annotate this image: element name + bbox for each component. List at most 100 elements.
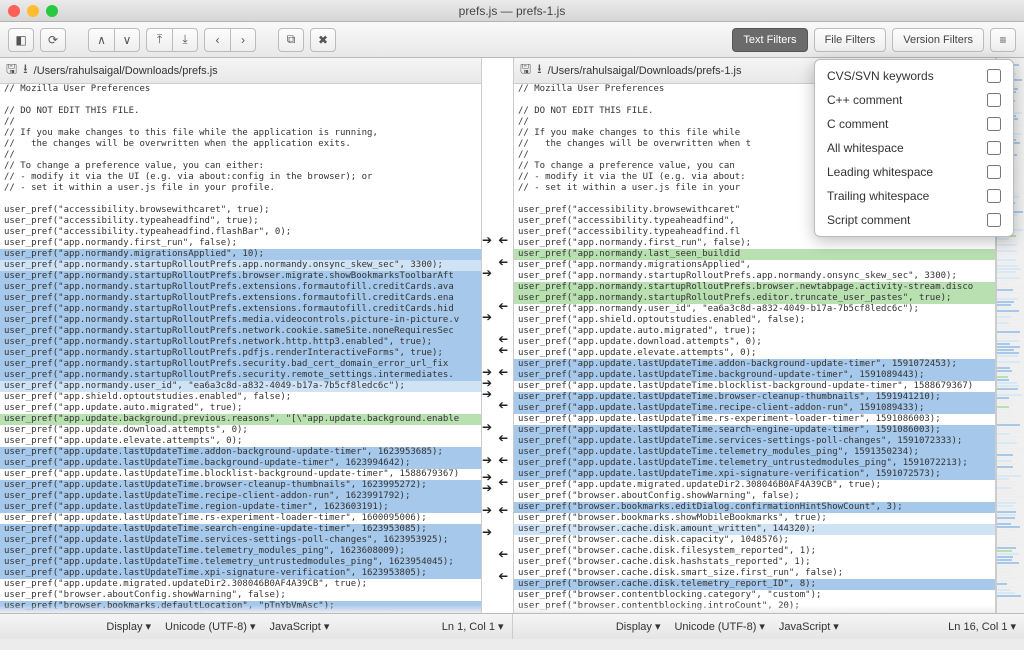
code-line[interactable]: user_pref("app.update.lastUpdateTime.tel… [514, 458, 995, 469]
filter-option[interactable]: All whitespace [815, 136, 1013, 160]
code-line[interactable]: // DO NOT EDIT THIS FILE. [0, 106, 481, 117]
code-line[interactable]: user_pref("app.update.download.attempts"… [0, 425, 481, 436]
code-line[interactable]: // If you make changes to this file whil… [0, 128, 481, 139]
next-diff-button[interactable]: ∨ [114, 28, 140, 52]
code-line[interactable]: user_pref("app.normandy.startupRolloutPr… [0, 260, 481, 271]
filter-option[interactable]: CVS/SVN keywords [815, 64, 1013, 88]
code-line[interactable]: user_pref("app.update.lastUpdateTime.tel… [514, 447, 995, 458]
filter-option[interactable]: Leading whitespace [815, 160, 1013, 184]
code-line[interactable]: user_pref("app.update.lastUpdateTime.rec… [514, 403, 995, 414]
version-filters-button[interactable]: Version Filters [892, 28, 984, 52]
filter-option[interactable]: C comment [815, 112, 1013, 136]
code-line[interactable]: user_pref("browser.cache.disk.hashstats_… [514, 557, 995, 568]
code-line[interactable]: user_pref("app.normandy.last_seen_buildi… [514, 249, 995, 260]
filter-checkbox[interactable] [987, 117, 1001, 131]
code-line[interactable]: user_pref("app.normandy.user_id", "ea6a3… [514, 304, 995, 315]
code-line[interactable]: user_pref("app.normandy.migrationsApplie… [514, 260, 995, 271]
code-line[interactable]: user_pref("app.update.lastUpdateTime.bac… [0, 458, 481, 469]
code-line[interactable]: user_pref("app.normandy.startupRolloutPr… [0, 304, 481, 315]
code-line[interactable]: user_pref("app.normandy.startupRolloutPr… [0, 348, 481, 359]
open-icon[interactable]: ⭳ [23, 60, 28, 82]
code-line[interactable]: user_pref("app.normandy.startupRolloutPr… [514, 271, 995, 282]
code-line[interactable]: user_pref("app.update.lastUpdateTime.sea… [514, 425, 995, 436]
code-line[interactable]: user_pref("app.update.lastUpdateTime.ser… [0, 535, 481, 546]
code-line[interactable]: user_pref("app.normandy.user_id", "ea6a3… [0, 381, 481, 392]
filter-option[interactable]: Script comment [815, 208, 1013, 232]
filter-checkbox[interactable] [987, 213, 1001, 227]
right-syntax-select[interactable]: JavaScript ▾ [779, 620, 839, 633]
filter-checkbox[interactable] [987, 93, 1001, 107]
code-line[interactable]: user_pref("browser.bookmarks.editDialog.… [514, 502, 995, 513]
code-line[interactable]: user_pref("browser.cache.disk.capacity",… [514, 535, 995, 546]
filter-checkbox[interactable] [987, 165, 1001, 179]
code-line[interactable]: user_pref("app.update.lastUpdateTime.ser… [514, 436, 995, 447]
code-line[interactable]: user_pref("app.update.background.previou… [0, 414, 481, 425]
code-line[interactable]: user_pref("app.update.migrated.updateDir… [0, 579, 481, 590]
code-line[interactable]: user_pref("app.normandy.startupRolloutPr… [0, 370, 481, 381]
code-line[interactable]: user_pref("app.update.lastUpdateTime.rs-… [0, 513, 481, 524]
code-line[interactable]: user_pref("app.update.lastUpdateTime.blo… [0, 469, 481, 480]
code-line[interactable]: user_pref("app.update.elevate.attempts",… [514, 348, 995, 359]
code-line[interactable]: // [0, 117, 481, 128]
cancel-button[interactable]: ✖ [310, 28, 336, 52]
right-encoding-select[interactable]: Unicode (UTF-8) ▾ [674, 620, 764, 633]
code-line[interactable]: user_pref("app.update.lastUpdateTime.sea… [0, 524, 481, 535]
code-line[interactable]: user_pref("browser.cache.disk.telemetry_… [514, 579, 995, 590]
code-line[interactable]: // - modify it via the UI (e.g. via abou… [0, 172, 481, 183]
right-cursor-pos[interactable]: Ln 16, Col 1 ▾ [948, 620, 1016, 633]
code-line[interactable]: user_pref("browser.cache.disk.filesystem… [514, 546, 995, 557]
code-line[interactable]: user_pref("app.update.download.attempts"… [514, 337, 995, 348]
code-line[interactable]: user_pref("accessibility.typeaheadfind.f… [0, 227, 481, 238]
code-line[interactable]: user_pref("app.shield.optoutstudies.enab… [0, 392, 481, 403]
open-icon[interactable]: ⭳ [537, 60, 542, 82]
left-syntax-select[interactable]: JavaScript ▾ [269, 620, 329, 633]
code-line[interactable]: user_pref("app.update.lastUpdateTime.bro… [514, 392, 995, 403]
code-line[interactable]: user_pref("accessibility.typeaheadfind",… [0, 216, 481, 227]
prev-diff-button[interactable]: ∧ [88, 28, 114, 52]
code-line[interactable]: user_pref("app.update.lastUpdateTime.rs-… [514, 414, 995, 425]
code-line[interactable]: user_pref("app.update.lastUpdateTime.blo… [514, 381, 995, 392]
code-line[interactable]: user_pref("app.update.auto.migrated", tr… [514, 326, 995, 337]
code-line[interactable]: user_pref("app.update.lastUpdateTime.bro… [0, 480, 481, 491]
code-line[interactable]: user_pref("app.update.lastUpdateTime.add… [514, 359, 995, 370]
right-display-select[interactable]: Display ▾ [616, 620, 661, 633]
code-line[interactable]: // Mozilla User Preferences [0, 84, 481, 95]
code-line[interactable]: user_pref("app.normandy.startupRolloutPr… [0, 293, 481, 304]
code-line[interactable]: user_pref("app.normandy.startupRolloutPr… [0, 326, 481, 337]
prev-file-button[interactable]: ⤒ [146, 28, 172, 52]
code-line[interactable]: user_pref("app.update.migrated.updateDir… [514, 480, 995, 491]
code-line[interactable]: user_pref("app.normandy.migrationsApplie… [0, 249, 481, 260]
code-line[interactable]: user_pref("browser.aboutConfig.showWarni… [514, 491, 995, 502]
code-line[interactable]: user_pref("app.update.lastUpdateTime.add… [0, 447, 481, 458]
code-line[interactable]: user_pref("app.normandy.startupRolloutPr… [0, 271, 481, 282]
back-button[interactable]: ‹ [204, 28, 230, 52]
code-line[interactable]: user_pref("app.update.lastUpdateTime.tel… [0, 546, 481, 557]
code-line[interactable]: user_pref("accessibility.browsewithcaret… [0, 205, 481, 216]
filter-option[interactable]: Trailing whitespace [815, 184, 1013, 208]
code-line[interactable]: user_pref("browser.aboutConfig.showWarni… [0, 590, 481, 601]
code-line[interactable]: user_pref("app.normandy.first_run", fals… [514, 238, 995, 249]
left-code[interactable]: // Mozilla User Preferences // DO NOT EDI… [0, 84, 481, 613]
code-line[interactable]: // the changes will be overwritten when … [0, 139, 481, 150]
code-line[interactable]: user_pref("browser.cache.disk.amount_wri… [514, 524, 995, 535]
code-line[interactable]: user_pref("app.update.lastUpdateTime.xpi… [514, 469, 995, 480]
filter-option[interactable]: C++ comment [815, 88, 1013, 112]
text-filters-button[interactable]: Text Filters [732, 28, 807, 52]
forward-button[interactable]: › [230, 28, 256, 52]
save-icon[interactable]: 🖫 [6, 60, 17, 82]
code-line[interactable]: user_pref("app.normandy.startupRolloutPr… [514, 293, 995, 304]
code-line[interactable]: user_pref("app.update.lastUpdateTime.xpi… [0, 568, 481, 579]
left-encoding-select[interactable]: Unicode (UTF-8) ▾ [165, 620, 255, 633]
code-line[interactable]: user_pref("browser.contentblocking.categ… [514, 590, 995, 601]
copy-left-button[interactable]: ⧉ [278, 28, 304, 52]
code-line[interactable]: user_pref("app.update.lastUpdateTime.rec… [0, 491, 481, 502]
filter-checkbox[interactable] [987, 189, 1001, 203]
code-line[interactable]: // To change a preference value, you can… [0, 161, 481, 172]
code-line[interactable]: user_pref("app.update.auto.migrated", tr… [0, 403, 481, 414]
code-line[interactable]: user_pref("app.normandy.startupRolloutPr… [0, 315, 481, 326]
code-line[interactable]: user_pref("app.normandy.first_run", fals… [0, 238, 481, 249]
save-icon[interactable]: 🖫 [520, 60, 531, 82]
code-line[interactable]: user_pref("app.update.elevate.attempts",… [0, 436, 481, 447]
code-line[interactable]: user_pref("app.normandy.startupRolloutPr… [0, 359, 481, 370]
code-line[interactable]: user_pref("app.normandy.startupRolloutPr… [514, 282, 995, 293]
